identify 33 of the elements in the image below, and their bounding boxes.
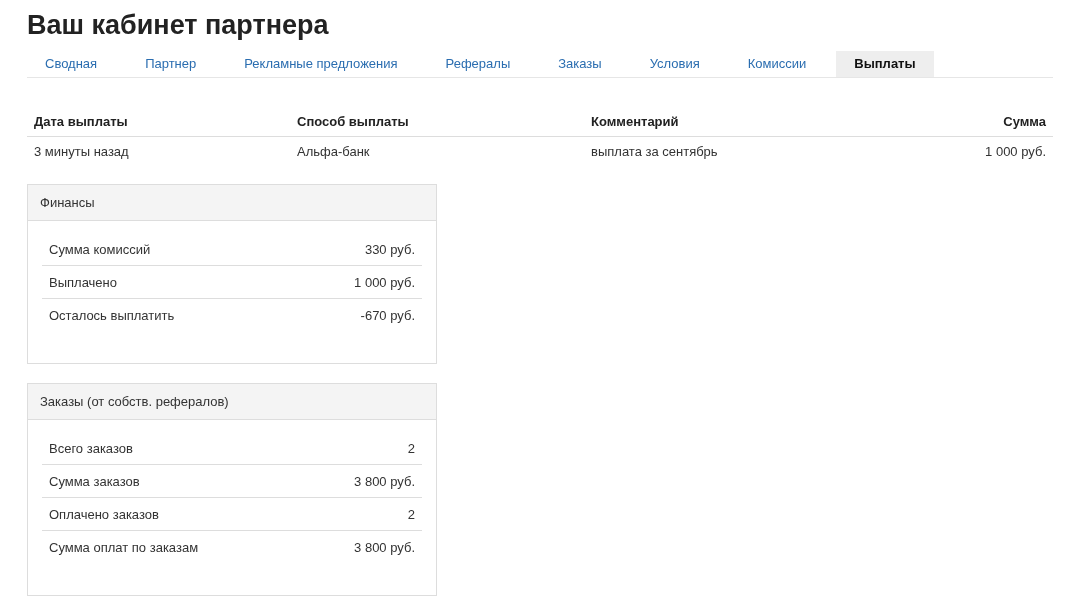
stat-label: Сумма заказов <box>49 473 140 489</box>
stat-value: 330 руб. <box>364 241 415 257</box>
column-header: Сумма <box>889 106 1053 137</box>
stat-label: Сумма комиссий <box>49 241 151 257</box>
tab[interactable]: Заказы <box>540 51 620 77</box>
stat-value: -670 руб. <box>360 307 415 323</box>
table-cell: выплата за сентябрь <box>584 136 890 166</box>
column-header: Дата выплаты <box>27 106 290 137</box>
stat-label: Сумма оплат по заказам <box>49 539 199 555</box>
tab[interactable]: Рефералы <box>427 51 529 77</box>
tab[interactable]: Условия <box>631 51 718 77</box>
stat-value: 2 <box>407 506 415 522</box>
tab[interactable]: Сводная <box>27 51 116 77</box>
stat-value: 2 <box>407 440 415 456</box>
column-header: Комментарий <box>584 106 890 137</box>
table-cell: 3 минуты назад <box>27 136 290 166</box>
panel-title: Заказы (от собств. рефералов) <box>40 394 229 409</box>
stat-value: 3 800 руб. <box>354 473 415 489</box>
stat-label: Выплачено <box>49 274 117 290</box>
tab[interactable]: Рекламные предложения <box>226 51 416 77</box>
table-cell: Альфа-банк <box>290 136 584 166</box>
panel-title: Финансы <box>40 195 95 210</box>
stat-value: 1 000 руб. <box>354 274 415 290</box>
stat-value: 3 800 руб. <box>354 539 415 555</box>
stat-label: Всего заказов <box>49 440 133 456</box>
stat-label: Оплачено заказов <box>49 506 159 522</box>
column-header: Способ выплаты <box>290 106 584 137</box>
tab[interactable]: Партнер <box>127 51 215 77</box>
stat-label: Осталось выплатить <box>49 307 175 323</box>
table-cell: 1 000 руб. <box>889 136 1053 166</box>
tab[interactable]: Комиссии <box>729 51 825 77</box>
page-title: Ваш кабинет партнера <box>27 9 329 42</box>
tab[interactable]: Выплаты <box>836 51 934 77</box>
